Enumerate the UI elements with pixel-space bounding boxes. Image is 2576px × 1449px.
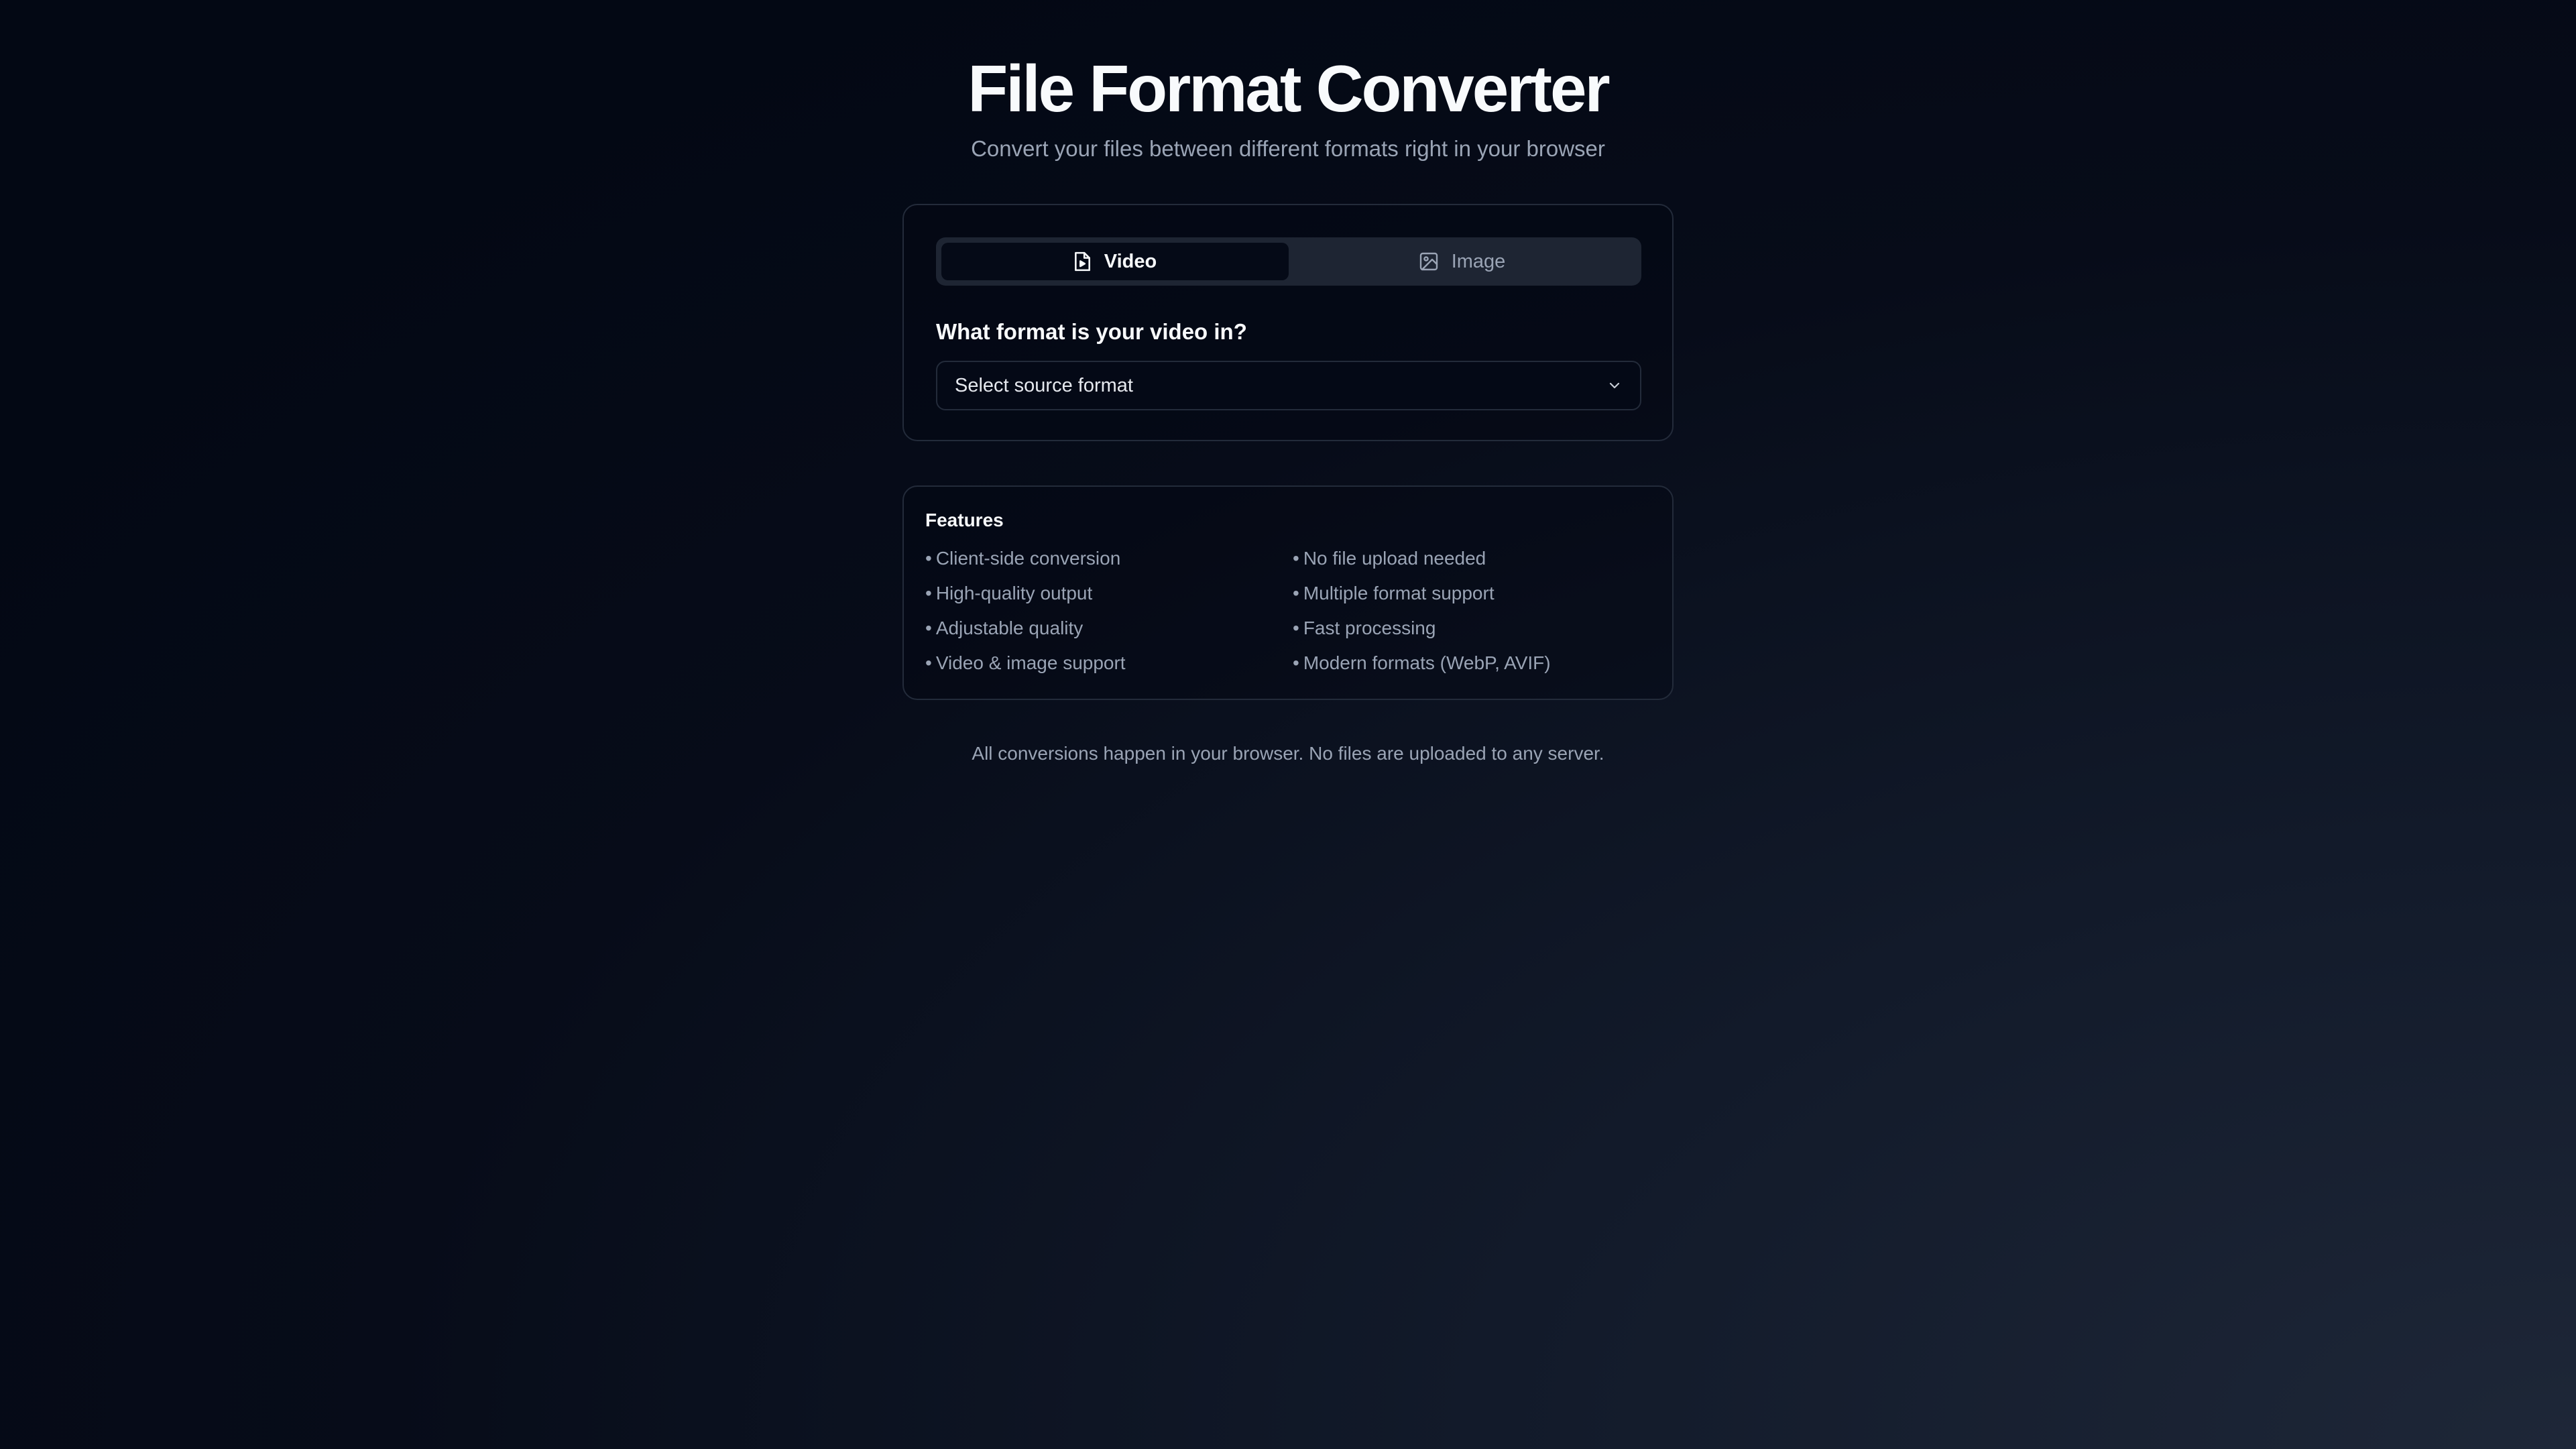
source-format-question: What format is your video in? [936, 319, 1247, 344]
feature-item: • High-quality output [925, 583, 1093, 603]
converter-card: Video Image What format is your video in… [902, 204, 1674, 441]
bullet: • [925, 652, 932, 673]
bullet: • [925, 618, 932, 638]
source-format-select[interactable]: Select source format [936, 361, 1641, 410]
header: File Format Converter Convert your files… [0, 48, 2576, 164]
tab-video-label: Video [1104, 250, 1157, 272]
tab-image-label: Image [1451, 250, 1506, 272]
features-title: Features [925, 510, 1004, 530]
tab-video[interactable]: Video [941, 243, 1289, 280]
privacy-note: All conversions happen in your browser. … [972, 743, 1604, 764]
image-icon [1419, 252, 1438, 271]
page: File Format Converter Convert your files… [0, 0, 2576, 1449]
chevron-down-icon [1606, 378, 1623, 394]
feature-item: • Video & image support [925, 652, 1126, 673]
feature-item: • Multiple format support [1293, 583, 1495, 603]
page-title: File Format Converter [968, 52, 1610, 125]
features-card: Features • Client-side conversion • No fil… [902, 485, 1674, 700]
feature-item: • Adjustable quality [925, 618, 1084, 638]
features-list: • Client-side conversion • No file upload … [925, 546, 1656, 676]
feature-item: • Client-side conversion [925, 548, 1121, 569]
source-format-placeholder: Select source format [955, 374, 1133, 396]
bullet: • [1293, 652, 1299, 673]
page-subtitle: Convert your files between different for… [971, 136, 1605, 161]
feature-item: • Modern formats (WebP, AVIF) [1293, 652, 1551, 673]
bullet: • [1293, 548, 1299, 569]
bullet: • [1293, 618, 1299, 638]
feature-item: • No file upload needed [1293, 548, 1486, 569]
bullet: • [925, 583, 932, 603]
bullet: • [1293, 583, 1299, 603]
format-type-tabs: Video Image [936, 237, 1641, 286]
feature-item: • Fast processing [1293, 618, 1436, 638]
file-video-icon [1073, 251, 1091, 272]
tab-image[interactable]: Image [1289, 243, 1636, 280]
bullet: • [925, 548, 932, 569]
